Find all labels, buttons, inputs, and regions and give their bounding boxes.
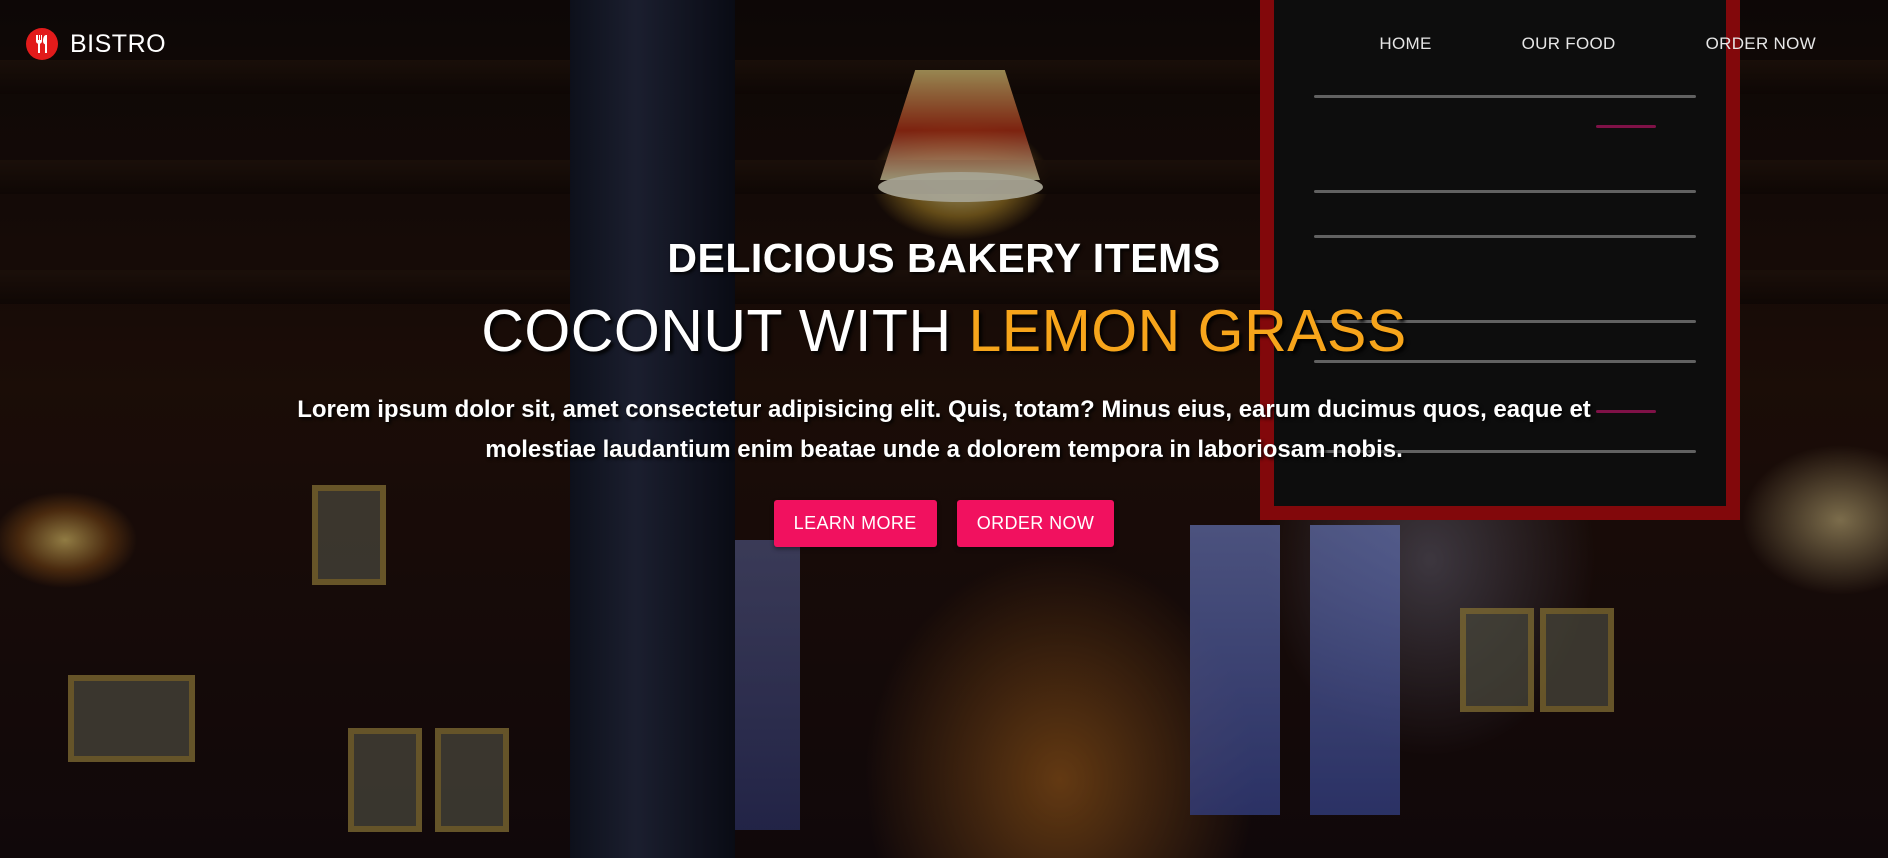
fork-knife-icon [26,28,58,60]
nav-link-home[interactable]: HOME [1379,34,1431,54]
hero-title: COCONUT WITH LEMON GRASS [0,296,1888,366]
hero-subtitle: DELICIOUS BAKERY ITEMS [667,235,1221,281]
hero-buttons: LEARN MORE ORDER NOW [0,500,1888,547]
hero-description: Lorem ipsum dolor sit, amet consectetur … [297,396,1591,463]
nav-link-our-food[interactable]: OUR FOOD [1522,34,1616,54]
hero-title-main: COCONUT WITH [481,298,969,364]
learn-more-button[interactable]: LEARN MORE [773,500,937,547]
brand-name: BISTRO [70,29,167,58]
nav-link-order-now[interactable]: ORDER NOW [1706,34,1816,54]
brand-logo[interactable]: BISTRO [26,28,166,60]
navbar: BISTRO HOME OUR FOOD ORDER NOW [0,0,1888,88]
main-nav: HOME OUR FOOD ORDER NOW [1379,34,1816,54]
order-now-button[interactable]: ORDER NOW [956,500,1115,547]
hero-section: DELICIOUS BAKERY ITEMS COCONUT WITH LEMO… [0,232,1888,547]
hero-title-accent: LEMON GRASS [968,298,1407,364]
